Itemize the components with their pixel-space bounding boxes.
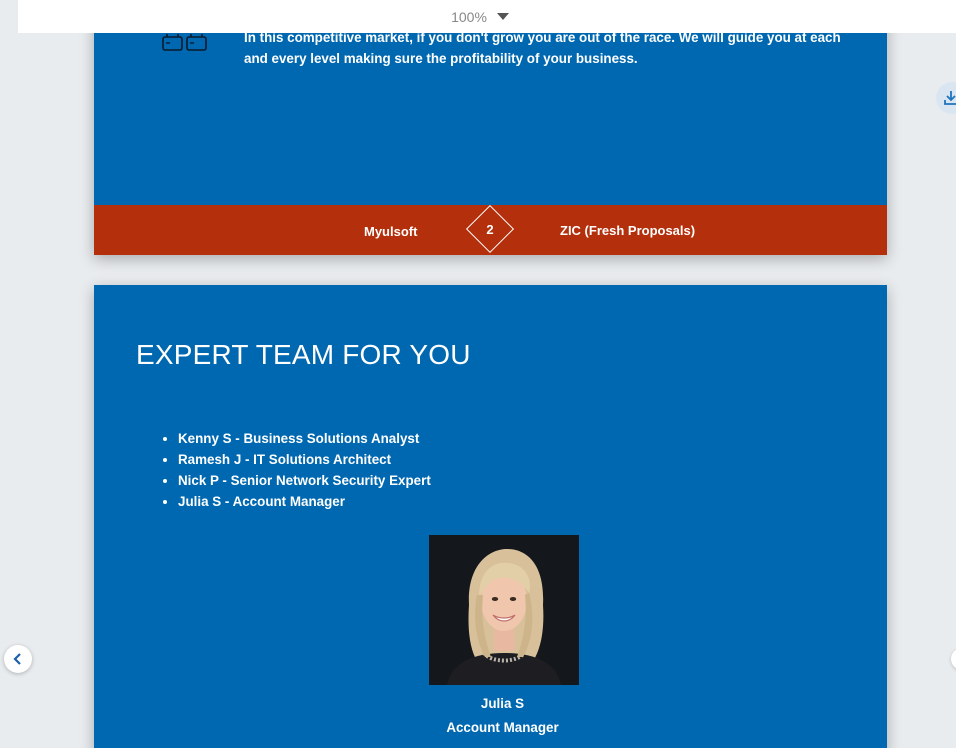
previous-page-button[interactable] <box>4 645 32 673</box>
list-item: Nick P - Senior Network Security Expert <box>178 470 431 491</box>
portrait-image <box>429 535 579 685</box>
next-page-button[interactable] <box>951 648 956 670</box>
photo-caption-name: Julia S <box>480 696 525 711</box>
download-button[interactable] <box>936 82 956 114</box>
list-item: Julia S - Account Manager <box>178 491 431 512</box>
photo-caption-role: Account Manager <box>446 720 559 735</box>
list-item: Kenny S - Business Solutions Analyst <box>178 428 431 449</box>
team-member-photo <box>429 535 579 685</box>
page-number: 2 <box>486 222 494 237</box>
team-list: Kenny S - Business Solutions Analyst Ram… <box>178 428 431 512</box>
document-page-1: In this competitive market, if you don't… <box>94 0 887 255</box>
footer-proposal-name: ZIC (Fresh Proposals) <box>560 223 696 238</box>
chevron-left-icon <box>13 653 21 665</box>
battery-icon <box>162 34 207 51</box>
page1-body-text: In this competitive market, if you don't… <box>244 30 841 66</box>
zoom-toolbar: 100% <box>18 0 956 33</box>
list-item: Ramesh J - IT Solutions Architect <box>178 449 431 470</box>
footer-company: Myulsoft <box>364 224 418 239</box>
caret-down-icon <box>496 13 509 20</box>
download-icon <box>944 91 956 105</box>
document-page-2: EXPERT TEAM FOR YOU Kenny S - Business S… <box>94 285 887 748</box>
zoom-dropdown[interactable]: 100% <box>451 9 509 25</box>
zoom-level: 100% <box>451 8 487 25</box>
page-title: EXPERT TEAM FOR YOU <box>136 339 471 370</box>
page-footer: Myulsoft 2 ZIC (Fresh Proposals) <box>94 204 887 255</box>
